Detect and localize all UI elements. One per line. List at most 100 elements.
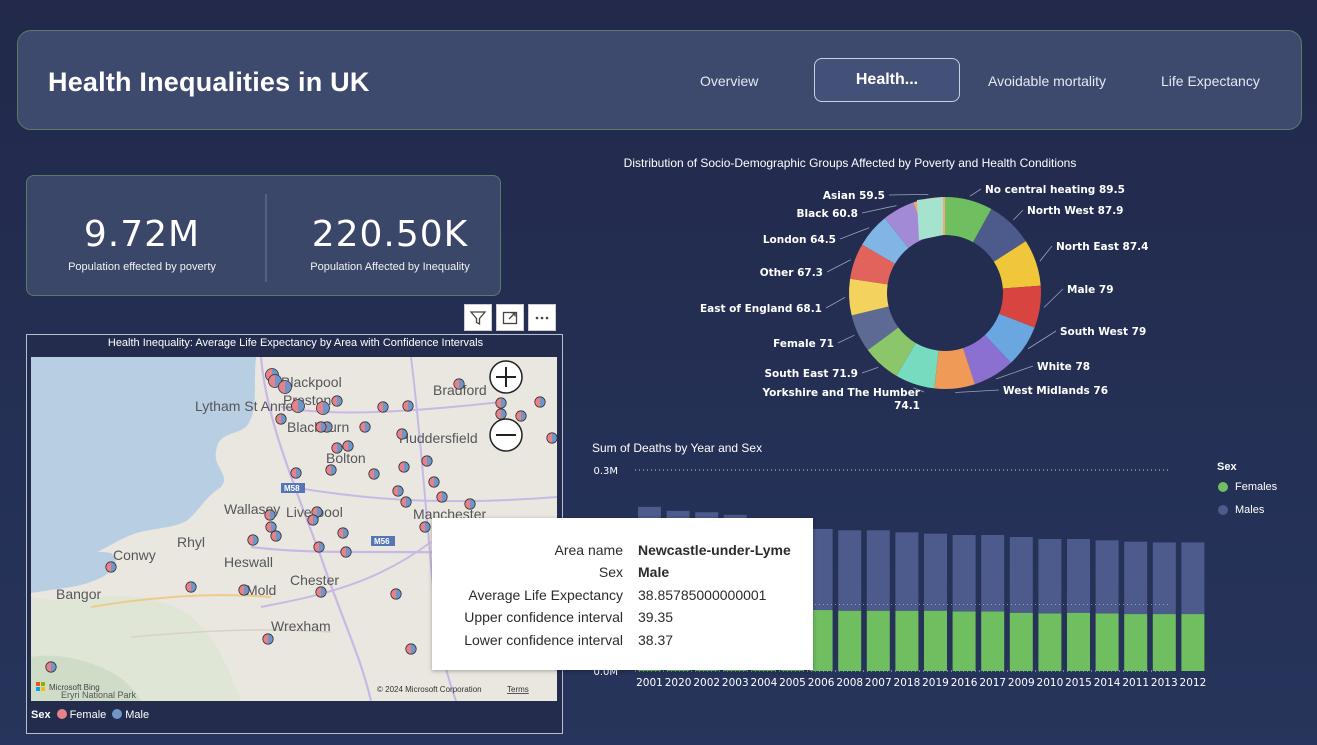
map-marker[interactable] <box>436 491 448 503</box>
map-marker[interactable] <box>325 464 337 476</box>
focus-mode-icon[interactable] <box>496 304 524 331</box>
x-tick-label: 2003 <box>722 677 749 689</box>
map-marker[interactable] <box>515 410 527 422</box>
map-marker[interactable] <box>419 521 431 533</box>
bar-segment-males[interactable] <box>981 534 1005 612</box>
map-marker[interactable] <box>421 455 433 467</box>
map-marker[interactable] <box>342 440 354 452</box>
bar-segment-males[interactable] <box>1181 542 1205 615</box>
tab-life-expectancy[interactable]: Life Expectancy <box>1161 73 1260 89</box>
bar-segment-males[interactable] <box>1124 541 1148 615</box>
more-options-icon[interactable] <box>528 304 556 331</box>
tooltip-value: Male <box>638 564 670 580</box>
donut-data-label: Female 71 <box>773 338 834 350</box>
kpi-value: 9.72M <box>83 214 201 255</box>
map-marker[interactable] <box>405 643 417 655</box>
map-marker[interactable] <box>400 496 412 508</box>
map-marker[interactable] <box>315 421 327 433</box>
map-marker[interactable] <box>534 396 546 408</box>
map-marker[interactable] <box>262 633 274 645</box>
donut-leader-line <box>839 227 870 240</box>
bar-segment-females[interactable] <box>924 610 947 671</box>
map-marker[interactable] <box>546 432 557 444</box>
bar-segment-males[interactable] <box>809 528 833 611</box>
donut-chart: No central heating 89.5 North West 87.9 No… <box>700 184 1148 412</box>
bar-segment-males[interactable] <box>1038 539 1062 614</box>
map-marker[interactable] <box>105 561 117 573</box>
map-marker[interactable] <box>396 428 408 440</box>
bar-segment-females[interactable] <box>981 611 1005 671</box>
tab-overview[interactable]: Overview <box>700 73 758 89</box>
map-marker[interactable] <box>359 421 371 433</box>
map-marker[interactable] <box>238 584 250 596</box>
map-marker[interactable] <box>315 586 327 598</box>
bar-segment-males[interactable] <box>1067 539 1090 613</box>
bar-segment-females[interactable] <box>1152 614 1176 671</box>
map-marker[interactable] <box>247 534 259 546</box>
map-marker[interactable] <box>290 467 302 479</box>
map-marker[interactable] <box>313 541 325 553</box>
tooltip-row: Sex Male <box>432 564 813 586</box>
map-marker[interactable] <box>45 661 57 673</box>
bar-segment-females[interactable] <box>1038 613 1062 671</box>
map-marker[interactable] <box>340 546 352 558</box>
map-marker[interactable] <box>270 530 282 542</box>
map-marker[interactable] <box>307 514 319 526</box>
map-marker[interactable] <box>402 400 414 412</box>
map-marker[interactable] <box>278 380 292 394</box>
x-tick-label: 2008 <box>836 677 863 689</box>
bar-segment-females[interactable] <box>1124 614 1148 671</box>
map-marker[interactable] <box>377 401 389 413</box>
map-marker[interactable] <box>390 588 402 600</box>
legend-females[interactable]: Females <box>1218 481 1277 493</box>
bar-segment-males[interactable] <box>924 533 947 611</box>
map-marker[interactable] <box>398 461 410 473</box>
tab-health[interactable]: Health... <box>814 58 960 102</box>
filter-icon[interactable] <box>464 304 492 331</box>
map-marker[interactable] <box>337 527 349 539</box>
map-marker[interactable] <box>331 395 343 407</box>
map-marker[interactable] <box>275 413 287 425</box>
map-marker[interactable] <box>368 468 380 480</box>
bar-segment-females[interactable] <box>1067 612 1090 671</box>
bar-segment-males[interactable] <box>866 530 890 611</box>
bar-segment-females[interactable] <box>1009 612 1033 671</box>
legend-males[interactable]: Males <box>1218 504 1264 516</box>
donut-leader-line <box>1039 245 1053 262</box>
map-marker[interactable] <box>464 498 476 510</box>
map-marker[interactable] <box>495 408 507 420</box>
bar-legend-title: Sex <box>1217 461 1237 473</box>
bar-segment-females[interactable] <box>866 610 890 671</box>
map-marker[interactable] <box>428 476 440 488</box>
map-terms-link[interactable]: Terms <box>507 685 529 694</box>
bar-segment-males[interactable] <box>895 532 919 611</box>
map-marker[interactable] <box>185 581 197 593</box>
tooltip-value: 38.85785000000001 <box>638 587 767 603</box>
map-marker[interactable] <box>264 509 276 521</box>
tooltip-key: Average Life Expectancy <box>468 587 623 603</box>
zoom-out-button[interactable] <box>489 418 523 452</box>
bar-segment-females[interactable] <box>952 611 976 671</box>
map-marker[interactable] <box>495 397 507 409</box>
bar-segment-males[interactable] <box>1009 537 1033 613</box>
map-place-label: Lytham St Anne's <box>195 398 303 414</box>
bar-segment-males[interactable] <box>838 530 862 611</box>
map-title: Health Inequality: Average Life Expectan… <box>107 337 484 349</box>
bar-segment-females[interactable] <box>1181 614 1205 671</box>
map-marker[interactable] <box>453 378 465 390</box>
bar-segment-females[interactable] <box>895 610 919 671</box>
bar-segment-females[interactable] <box>1095 613 1119 671</box>
legend-label: Male <box>125 709 150 721</box>
bar-segment-males[interactable] <box>952 534 976 612</box>
bar-segment-males[interactable] <box>1152 542 1176 615</box>
bar-segment-females[interactable] <box>838 610 862 671</box>
bar-segment-males[interactable] <box>1095 540 1119 614</box>
map-marker[interactable] <box>331 442 343 454</box>
zoom-in-button[interactable] <box>489 360 523 394</box>
tab-avoidable-mortality[interactable]: Avoidable mortality <box>988 73 1106 89</box>
map-place-label: Bolton <box>326 450 366 466</box>
map-marker[interactable] <box>291 399 305 413</box>
map-marker[interactable] <box>392 485 404 497</box>
bar-segment-females[interactable] <box>809 610 833 671</box>
map-marker[interactable] <box>316 401 330 415</box>
